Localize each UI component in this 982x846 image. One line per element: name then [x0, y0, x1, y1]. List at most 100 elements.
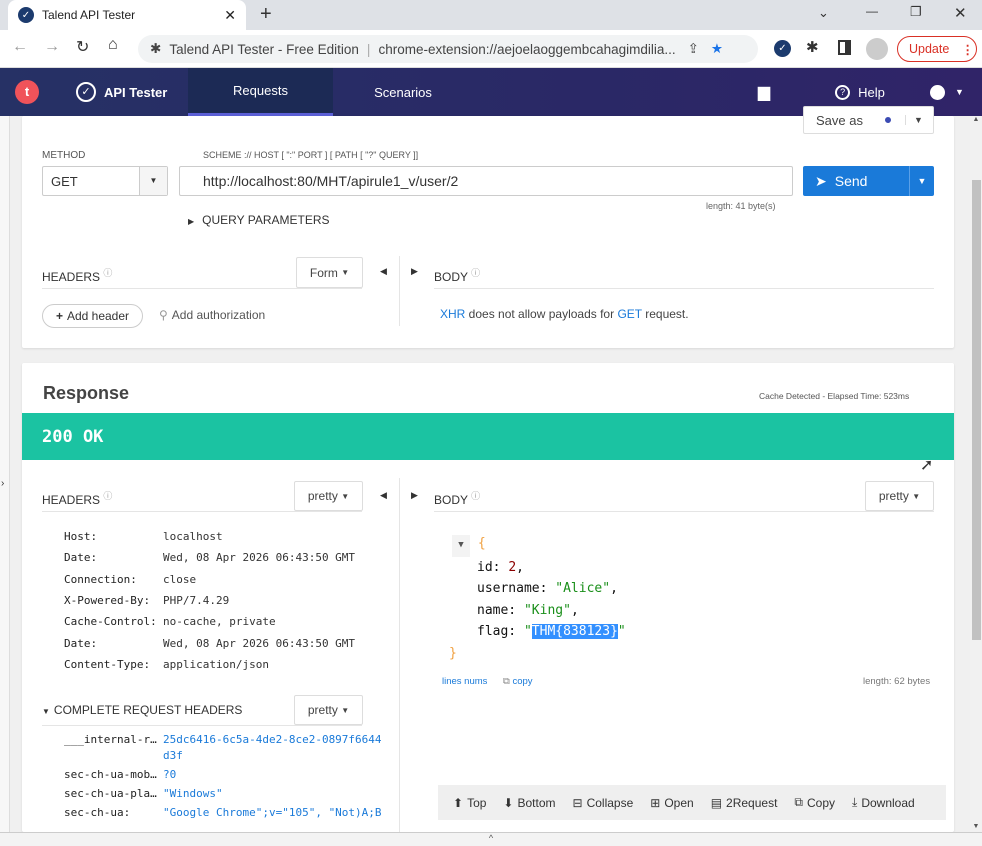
check-circle-icon: ✓: [76, 82, 96, 102]
extensions-puzzle-icon[interactable]: ✱: [806, 38, 819, 56]
body-pretty-select[interactable]: pretty ▼: [865, 481, 934, 511]
add-authorization-link[interactable]: ⚲ Add authorization: [159, 308, 265, 322]
send-dropdown-icon[interactable]: ▼: [909, 166, 934, 196]
query-parameters-toggle[interactable]: ▶ QUERY PARAMETERS: [188, 213, 330, 227]
copy-link[interactable]: ⧉ copy: [503, 676, 533, 687]
header-row: Date: Wed, 08 Apr 2026 06:43:50 GMT: [64, 551, 356, 564]
user-icon: [930, 84, 946, 100]
side-panel-icon[interactable]: [838, 40, 851, 55]
top-button[interactable]: ⬆ Top: [453, 796, 486, 810]
close-tab-icon[interactable]: ✕: [224, 7, 236, 24]
browser-tab[interactable]: ✓ Talend API Tester ✕: [8, 0, 246, 30]
header-row: X-Powered-By: PHP/7.4.29: [64, 594, 230, 607]
close-window-icon[interactable]: ✕: [954, 4, 967, 22]
tab-scenarios[interactable]: Scenarios: [333, 68, 473, 116]
chevron-down-icon: ▼: [955, 87, 964, 97]
side-collapse-strip[interactable]: ›: [0, 116, 10, 832]
divider: [434, 511, 934, 512]
form-label: Form: [309, 265, 338, 280]
arrow-up-circle-icon: ⬆: [453, 795, 464, 810]
talend-extension-icon[interactable]: ✓: [774, 40, 791, 57]
body-length: length: 62 bytes: [863, 676, 931, 687]
complete-headers-pretty-select[interactable]: pretty ▼: [294, 695, 363, 725]
response-headers-label: HEADERS ⓘ: [42, 491, 113, 507]
omnibox[interactable]: ✱ Talend API Tester - Free Edition | chr…: [138, 35, 758, 63]
talend-logo: t: [15, 80, 39, 104]
download-button[interactable]: ⤓ Download: [852, 795, 915, 810]
tab-scenarios-label: Scenarios: [374, 84, 432, 100]
minus-square-icon: ⊟: [572, 795, 583, 810]
send-button[interactable]: ➤ Send ▼: [803, 166, 934, 196]
open-button[interactable]: ⊞ Open: [650, 796, 693, 810]
chevron-down-icon: ▼: [904, 115, 923, 125]
complete-request-headers-toggle[interactable]: ▼ COMPLETE REQUEST HEADERS: [42, 703, 242, 717]
collapse-right-icon[interactable]: ▶: [411, 266, 418, 277]
divider: [399, 256, 400, 326]
back-icon[interactable]: ←: [12, 38, 28, 56]
bottom-button[interactable]: ⬇ Bottom: [503, 796, 555, 810]
collapse-left-icon[interactable]: ◀: [380, 266, 387, 277]
body-message: XHR does not allow payloads for GET requ…: [440, 307, 689, 321]
arrow-down-circle-icon: ⬇: [503, 795, 514, 810]
scrollbar-thumb[interactable]: [972, 180, 981, 640]
document-icon: ▤: [710, 795, 723, 810]
home-icon[interactable]: ⌂: [108, 36, 118, 54]
collapse-json-icon[interactable]: ▼: [452, 535, 470, 557]
new-tab-icon[interactable]: +: [260, 3, 272, 26]
chevron-down-icon: ▼: [139, 167, 167, 195]
share-icon[interactable]: ⇪: [688, 41, 699, 57]
caret-down-icon: ▼: [42, 707, 50, 716]
mouse-cursor-icon: ➚: [920, 457, 934, 474]
collapse-button[interactable]: ⊟ Collapse: [573, 796, 634, 810]
header-row: Date: Wed, 08 Apr 2026 06:43:50 GMT: [64, 637, 356, 650]
url-length: length: 41 byte(s): [706, 201, 776, 211]
divider: [399, 478, 400, 832]
header-row: sec-ch-ua-mob… ?0: [64, 768, 177, 781]
forward-icon[interactable]: →: [44, 38, 60, 56]
chevron-right-icon: ›: [1, 478, 5, 489]
scroll-down-arrow[interactable]: ▼: [970, 823, 982, 830]
plus-icon: +: [55, 309, 63, 323]
add-header-button[interactable]: + Add header: [42, 304, 143, 328]
save-as-button[interactable]: Save as ▼: [803, 106, 934, 134]
response-card: Response Cache Detected - Elapsed Time: …: [22, 363, 954, 832]
plus-square-icon: ⊞: [650, 795, 661, 810]
lines-nums-link[interactable]: lines nums: [442, 676, 487, 687]
key-icon: ⚲: [159, 308, 168, 322]
headers-label: HEADERS ⓘ: [42, 268, 113, 284]
scroll-up-arrow[interactable]: ▲: [970, 116, 982, 123]
collapse-right-icon[interactable]: ▶: [411, 490, 418, 501]
json-line-id: id: 2,: [477, 559, 524, 575]
pretty-label: pretty: [307, 489, 338, 503]
bottom-panel-handle[interactable]: ^: [0, 832, 982, 846]
selected-flag-value[interactable]: THM{838123}: [531, 624, 618, 639]
tab-search-icon[interactable]: ⌄: [818, 5, 829, 21]
send-label: Send: [834, 173, 868, 189]
reload-icon[interactable]: ↻: [76, 37, 89, 57]
status-bar: 200 OK: [22, 413, 954, 460]
minimize-icon[interactable]: —: [866, 4, 878, 18]
copy-button[interactable]: ⧉ Copy: [794, 795, 835, 810]
chat-icon[interactable]: ▆: [752, 68, 776, 116]
divider: [42, 288, 362, 289]
vertical-scrollbar[interactable]: ▲ ▼: [970, 116, 982, 832]
update-button[interactable]: Update ⋮: [897, 36, 977, 62]
profile-icon[interactable]: [866, 38, 888, 60]
tab-title: Talend API Tester: [42, 8, 136, 22]
restore-icon[interactable]: ❐: [910, 4, 922, 20]
address-url: chrome-extension://aejoelaoggembcahagimd…: [378, 41, 676, 57]
url-input[interactable]: http://localhost:80/MHT/apirule1_v/user/…: [179, 166, 793, 196]
headers-form-select[interactable]: Form ▼: [296, 257, 363, 288]
header-row: Cache-Control: no-cache, private: [64, 615, 276, 628]
response-body-label: BODY ⓘ: [434, 491, 481, 507]
collapse-left-icon[interactable]: ◀: [380, 490, 387, 501]
bookmark-star-icon[interactable]: ★: [711, 41, 723, 57]
headers-pretty-select[interactable]: pretty ▼: [294, 481, 363, 511]
to-request-button[interactable]: ▤ 2Request: [711, 796, 778, 810]
header-row: Connection: close: [64, 573, 197, 586]
tab-requests-label: Requests: [233, 83, 288, 98]
tab-requests[interactable]: Requests: [188, 68, 333, 116]
status-text: 200 OK: [42, 427, 104, 447]
method-select[interactable]: GET ▼: [42, 166, 168, 196]
address-title: Talend API Tester - Free Edition: [169, 41, 359, 57]
